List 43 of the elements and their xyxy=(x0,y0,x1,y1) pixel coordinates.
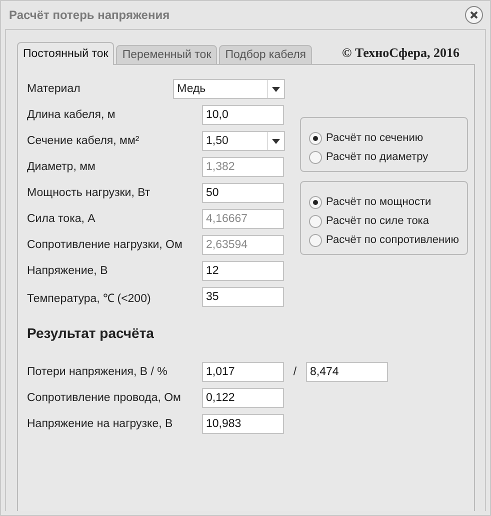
radio-option[interactable]: Расчёт по сечению xyxy=(309,130,459,146)
tab[interactable]: Постоянный ток xyxy=(17,42,114,65)
radio-option[interactable]: Расчёт по силе тока xyxy=(309,213,459,229)
field-label: Диаметр, мм xyxy=(27,161,96,173)
radio-option[interactable]: Расчёт по диаметру xyxy=(309,149,459,165)
section-combobox[interactable]: 1,50 xyxy=(202,131,285,151)
radio-button[interactable] xyxy=(309,196,322,208)
input-field[interactable]: 12 xyxy=(202,261,284,281)
input-field[interactable]: 35 xyxy=(202,287,284,307)
input-field[interactable]: 50 xyxy=(202,183,284,203)
tab[interactable]: Переменный ток xyxy=(116,45,218,65)
caret-icon xyxy=(272,86,280,92)
result-field[interactable]: 1,017 xyxy=(202,362,284,382)
section-heading: Результат расчёта xyxy=(27,325,155,341)
field-label: Мощность нагрузки, Вт xyxy=(27,187,152,199)
material-dropdown[interactable]: Медь xyxy=(173,79,285,99)
copyright-text: © ТехноСфера, 2016 xyxy=(342,44,460,60)
field-label: Сопротивление нагрузки, Ом xyxy=(27,239,184,251)
result-field[interactable]: 8,474 xyxy=(306,362,388,382)
result-field[interactable]: 10,983 xyxy=(202,414,284,434)
close-button[interactable] xyxy=(465,6,483,24)
field-label: Сечение кабеля, мм² xyxy=(27,135,140,147)
result-label: Напряжение на нагрузке, В xyxy=(27,418,174,430)
field-label: Температура, ℃ (<200) xyxy=(27,292,152,304)
radio-option[interactable]: Расчёт по сопротивлению xyxy=(309,232,459,248)
field-label: Длина кабеля, м xyxy=(27,109,116,121)
field-label: Напряжение, В xyxy=(27,265,109,277)
close-icon xyxy=(470,11,478,19)
radio-button[interactable] xyxy=(309,132,322,144)
result-label: Потери напряжения, В / % xyxy=(27,366,168,378)
result-label: Сопротивление провода, Ом xyxy=(27,392,182,404)
window-title: Расчёт потерь напряжения xyxy=(9,8,170,22)
radio-button[interactable] xyxy=(309,150,322,164)
separator-text: / xyxy=(292,366,298,378)
field-label: Сила тока, А xyxy=(27,213,96,225)
radio-option[interactable]: Расчёт по мощности xyxy=(309,194,459,210)
input-field[interactable]: 10,0 xyxy=(202,105,284,125)
result-field[interactable]: 0,122 xyxy=(202,388,284,408)
tab[interactable]: Подбор кабеля xyxy=(219,45,312,65)
caret-icon xyxy=(272,138,280,144)
radio-button[interactable] xyxy=(309,234,322,246)
field-label: Материал xyxy=(27,83,82,95)
radio-button[interactable] xyxy=(309,214,322,228)
